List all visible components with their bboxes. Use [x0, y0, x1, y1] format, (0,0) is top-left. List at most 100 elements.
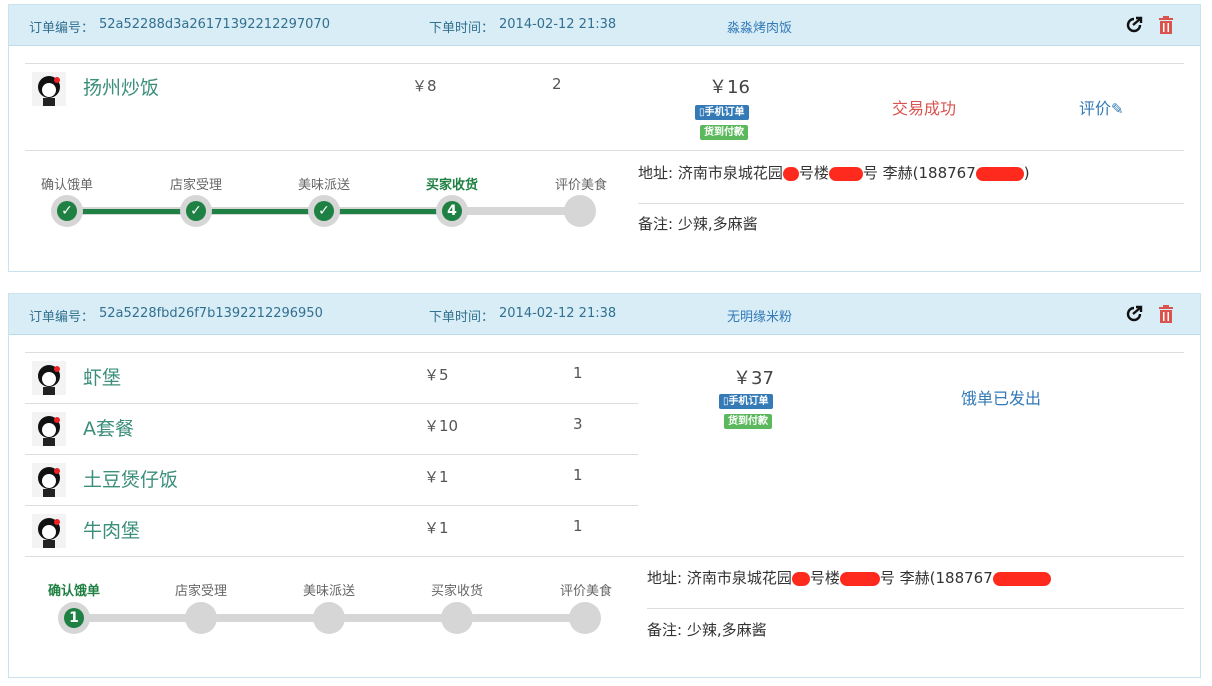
order-id-label: 订单编号：: [29, 310, 95, 325]
order-status: 饿单已发出: [961, 389, 1042, 408]
redaction: [992, 571, 1051, 586]
note-label: 备注:: [638, 215, 674, 233]
redaction: [975, 166, 1024, 181]
dish-qty: 1: [573, 364, 583, 382]
divider: [25, 63, 1184, 64]
note-text: 少辣,多麻酱: [686, 621, 767, 639]
mobile-order-badge: ▯手机订单: [719, 394, 773, 409]
dish-avatar: [32, 72, 66, 106]
order-header: 订单编号： 52a52288d3a26171392212297070 下单时间：…: [9, 5, 1200, 46]
divider: [25, 556, 1184, 557]
review-button[interactable]: 评价✎: [1079, 95, 1124, 119]
address-text: 济南市泉城花园: [686, 569, 792, 587]
divider: [25, 505, 638, 506]
trash-icon[interactable]: [1157, 304, 1177, 324]
order-time: 2014-02-12 21:38: [499, 306, 617, 321]
share-icon[interactable]: [1124, 15, 1144, 35]
dish-name: 牛肉堡: [83, 520, 141, 542]
step-dot-1: 1: [58, 602, 90, 634]
step-label: 店家受理: [174, 584, 227, 599]
check-icon: ✓: [57, 201, 77, 221]
order-total: ￥16: [709, 77, 750, 98]
dish-qty: 1: [573, 466, 583, 484]
address-part: 号楼: [798, 164, 829, 182]
delivery-address: 地址: 济南市泉城花园 号楼 号 李赫(188767: [647, 567, 1051, 588]
address-label: 地址:: [647, 569, 683, 587]
dish-price: ￥5: [424, 366, 449, 384]
step-label: 买家收货: [430, 584, 483, 599]
step-dot-2: ✓: [180, 195, 212, 227]
divider: [25, 454, 638, 455]
order-time: 2014-02-12 21:38: [499, 17, 617, 32]
dish-avatar: [32, 412, 66, 446]
progress-fill: [67, 209, 452, 214]
note-text: 少辣,多麻酱: [677, 215, 758, 233]
check-icon: ✓: [186, 201, 206, 221]
order-header: 订单编号： 52a5228fbd26f7b1392212296950 下单时间：…: [9, 294, 1200, 335]
address-part: 号楼: [809, 569, 840, 587]
dish-price: ￥8: [412, 77, 437, 95]
dish-avatar: [32, 463, 66, 497]
order-time-label: 下单时间：: [429, 21, 495, 36]
dish-price: ￥10: [424, 417, 459, 435]
divider: [25, 352, 1184, 353]
divider: [647, 608, 1184, 609]
step-label: 评价美食: [554, 178, 607, 193]
delivery-address: 地址: 济南市泉城花园 号楼 号 李赫(188767): [638, 162, 1030, 183]
dish-qty: 3: [573, 415, 583, 433]
current-step-number: 4: [442, 201, 462, 221]
current-step-number: 1: [64, 608, 84, 628]
order-note: 备注: 少辣,多麻酱: [638, 213, 758, 234]
step-dot-5: [564, 195, 596, 227]
step-label: 确认饿单: [47, 584, 100, 599]
step-dot-3: [313, 602, 345, 634]
redaction: [782, 166, 799, 181]
step-dot-4: 4: [436, 195, 468, 227]
dish-avatar: [32, 514, 66, 548]
dish-qty: 2: [552, 75, 562, 93]
shop-name[interactable]: 无明缘米粉: [727, 306, 792, 325]
step-dot-4: [441, 602, 473, 634]
step-dot-2: [185, 602, 217, 634]
address-label: 地址:: [638, 164, 674, 182]
step-label: 美味派送: [297, 178, 350, 193]
dish-name: 土豆煲仔饭: [83, 469, 179, 491]
cod-badge: 货到付款: [700, 125, 748, 140]
step-label: 确认饿单: [40, 178, 93, 193]
dish-price: ￥1: [424, 468, 449, 486]
order-total: ￥37: [733, 368, 774, 389]
order-id: 52a52288d3a26171392212297070: [99, 17, 330, 32]
shop-name[interactable]: 淼淼烤肉饭: [727, 17, 792, 36]
order-id: 52a5228fbd26f7b1392212296950: [99, 306, 323, 321]
address-part: 号 李赫(188767: [879, 569, 993, 587]
address-part: ): [1023, 164, 1030, 182]
step-label: 买家收货: [425, 178, 478, 193]
note-label: 备注:: [647, 621, 683, 639]
cod-badge: 货到付款: [724, 414, 772, 429]
redaction: [791, 571, 810, 586]
address-text: 济南市泉城花园: [677, 164, 783, 182]
dish-name: A套餐: [83, 418, 134, 440]
dish-qty: 1: [573, 517, 583, 535]
dish-price: ￥1: [424, 519, 449, 537]
share-icon[interactable]: [1124, 304, 1144, 324]
divider: [638, 203, 1184, 204]
pencil-icon: ✎: [1111, 100, 1124, 118]
step-label: 美味派送: [302, 584, 355, 599]
redaction: [828, 166, 863, 181]
step-label: 评价美食: [559, 584, 612, 599]
redaction: [839, 571, 880, 586]
divider: [25, 403, 638, 404]
divider: [25, 150, 1184, 151]
order-note: 备注: 少辣,多麻酱: [647, 619, 767, 640]
trash-icon[interactable]: [1157, 15, 1177, 35]
address-part: 号 李赫(188767: [862, 164, 976, 182]
dish-name: 扬州炒饭: [83, 77, 160, 99]
order-id-label: 订单编号：: [29, 21, 95, 36]
order-time-label: 下单时间：: [429, 310, 495, 325]
check-icon: ✓: [314, 201, 334, 221]
dish-avatar: [32, 361, 66, 395]
step-dot-1: ✓: [51, 195, 83, 227]
dish-name: 虾堡: [83, 367, 122, 389]
order-status: 交易成功: [892, 99, 957, 118]
